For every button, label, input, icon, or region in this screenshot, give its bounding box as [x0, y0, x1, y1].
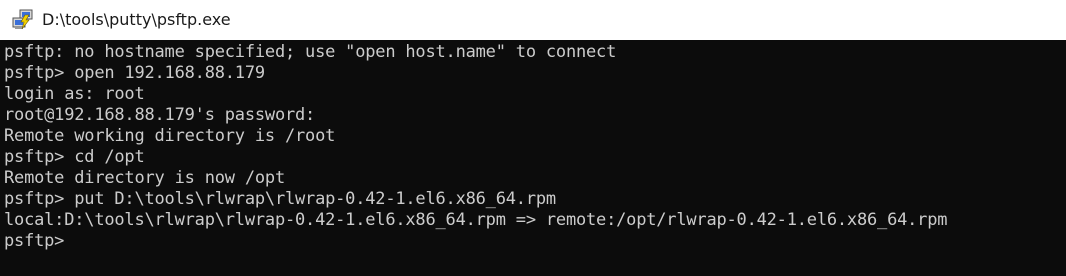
console-line: Remote working directory is /root — [4, 126, 336, 146]
console-line: root@192.168.88.179's password: — [4, 105, 316, 125]
console-line: psftp> open 192.168.88.179 — [4, 63, 265, 83]
psftp-window: D:\tools\putty\psftp.exe psftp: no hostn… — [0, 0, 1066, 276]
console-line: local:D:\tools\rlwrap\rlwrap-0.42-1.el6.… — [4, 210, 948, 230]
console-line: psftp> put D:\tools\rlwrap\rlwrap-0.42-1… — [4, 189, 556, 209]
console-line: psftp: no hostname specified; use "open … — [4, 42, 617, 62]
console-output[interactable]: psftp: no hostname specified; use "open … — [0, 40, 1066, 276]
console-line: login as: root — [4, 84, 145, 104]
putty-psftp-icon — [12, 9, 33, 30]
console-line: Remote directory is now /opt — [4, 168, 285, 188]
window-title: D:\tools\putty\psftp.exe — [42, 10, 231, 29]
title-bar[interactable]: D:\tools\putty\psftp.exe — [0, 0, 1066, 40]
console-line: psftp> cd /opt — [4, 147, 145, 167]
console-prompt-line[interactable]: psftp> — [4, 231, 64, 252]
